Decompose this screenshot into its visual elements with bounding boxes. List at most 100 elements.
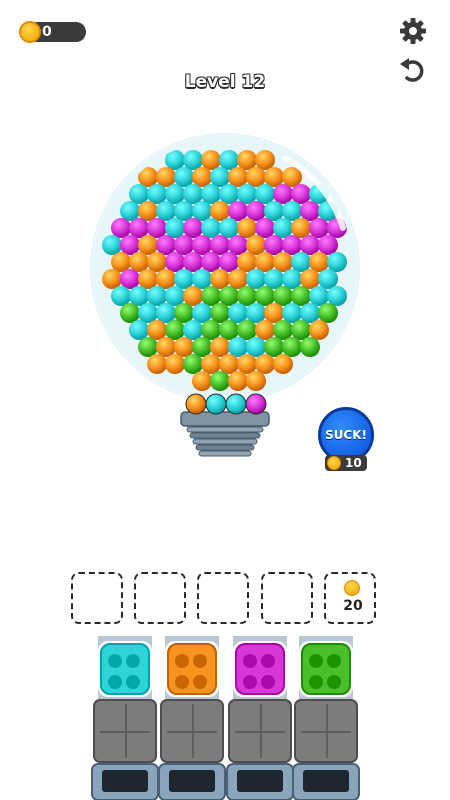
ball bbox=[183, 320, 203, 340]
ball bbox=[138, 201, 158, 221]
ball bbox=[210, 269, 230, 289]
ball bbox=[201, 320, 221, 340]
ball bbox=[255, 252, 275, 272]
ball bbox=[129, 286, 149, 306]
collector-hole bbox=[108, 654, 122, 668]
ball bbox=[228, 269, 248, 289]
ball bbox=[237, 184, 257, 204]
collector-hole bbox=[309, 675, 323, 689]
ball bbox=[219, 150, 239, 170]
ball bbox=[255, 150, 275, 170]
ball bbox=[183, 150, 203, 170]
ball bbox=[264, 235, 284, 255]
empty-slot[interactable] bbox=[197, 572, 249, 624]
queue-ball bbox=[185, 393, 207, 415]
ball bbox=[264, 167, 284, 187]
ball bbox=[237, 286, 257, 306]
ball bbox=[138, 337, 158, 357]
ball bbox=[210, 337, 230, 357]
coin-icon bbox=[327, 456, 341, 470]
ball bbox=[237, 320, 257, 340]
ball bbox=[246, 167, 266, 187]
ball bbox=[183, 286, 203, 306]
ball bbox=[156, 303, 176, 323]
ball bbox=[174, 201, 194, 221]
ball bbox=[282, 337, 302, 357]
ball bbox=[129, 218, 149, 238]
ball bbox=[219, 218, 239, 238]
ball bbox=[291, 286, 311, 306]
ball bbox=[255, 184, 275, 204]
ball bbox=[264, 303, 284, 323]
ball bbox=[318, 269, 338, 289]
ball bbox=[111, 286, 131, 306]
ball bbox=[165, 354, 185, 374]
queue-ball bbox=[225, 393, 247, 415]
collector-bin-opening bbox=[102, 770, 148, 792]
ball bbox=[300, 303, 320, 323]
ball bbox=[192, 201, 212, 221]
ball bbox=[273, 218, 293, 238]
ball bbox=[210, 235, 230, 255]
ball bbox=[129, 320, 149, 340]
ball bbox=[228, 303, 248, 323]
ball bbox=[147, 218, 167, 238]
collector-hole bbox=[108, 675, 122, 689]
ball bbox=[138, 303, 158, 323]
ball bbox=[273, 252, 293, 272]
ball bbox=[174, 269, 194, 289]
ball bbox=[210, 167, 230, 187]
ball bbox=[300, 201, 320, 221]
ball bbox=[291, 184, 311, 204]
ball bbox=[228, 371, 248, 391]
ball bbox=[120, 303, 140, 323]
ball bbox=[174, 167, 194, 187]
collector-bin-opening bbox=[237, 770, 283, 792]
ball bbox=[246, 371, 266, 391]
ball bbox=[327, 286, 347, 306]
ball bbox=[273, 286, 293, 306]
ball bbox=[246, 201, 266, 221]
ball bbox=[264, 269, 284, 289]
ball bbox=[300, 337, 320, 357]
empty-slot[interactable] bbox=[71, 572, 123, 624]
ball bbox=[156, 235, 176, 255]
ball bbox=[129, 184, 149, 204]
ball bbox=[282, 303, 302, 323]
ball bbox=[228, 337, 248, 357]
collector-card bbox=[301, 643, 351, 695]
ball bbox=[228, 201, 248, 221]
nozzle-spring bbox=[195, 444, 255, 451]
ball bbox=[309, 286, 329, 306]
slot-unlock-cost: 20 bbox=[343, 598, 363, 614]
ball bbox=[237, 150, 257, 170]
ball bbox=[246, 337, 266, 357]
ball bbox=[309, 252, 329, 272]
collector-bin-opening bbox=[303, 770, 349, 792]
collector-bin-opening bbox=[169, 770, 215, 792]
ball bbox=[201, 184, 221, 204]
empty-slot[interactable] bbox=[134, 572, 186, 624]
queue-ball bbox=[245, 393, 267, 415]
empty-slot[interactable] bbox=[261, 572, 313, 624]
ball bbox=[264, 337, 284, 357]
ball bbox=[165, 252, 185, 272]
collector-hole bbox=[175, 675, 189, 689]
ball bbox=[138, 269, 158, 289]
collector-hole bbox=[126, 675, 140, 689]
ball bbox=[147, 286, 167, 306]
ball bbox=[183, 354, 203, 374]
ball bbox=[165, 320, 185, 340]
ball bbox=[102, 269, 122, 289]
ball bbox=[192, 269, 212, 289]
ball bbox=[120, 269, 140, 289]
ball bbox=[201, 286, 221, 306]
ball bbox=[327, 252, 347, 272]
ball bbox=[273, 320, 293, 340]
ball bbox=[309, 218, 329, 238]
collector-card bbox=[167, 643, 217, 695]
ball bbox=[174, 303, 194, 323]
ball bbox=[111, 252, 131, 272]
ball bbox=[192, 167, 212, 187]
collector-hole bbox=[309, 654, 323, 668]
